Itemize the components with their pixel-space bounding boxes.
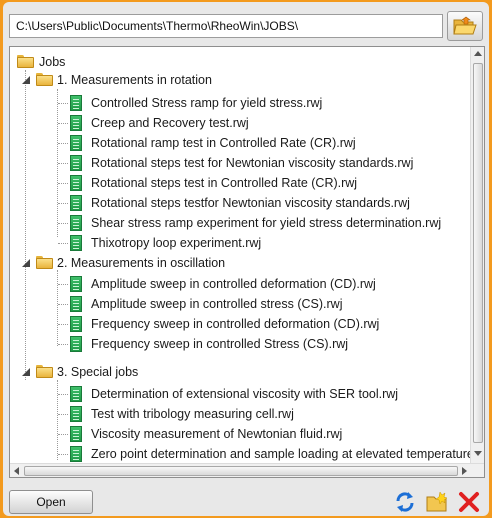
job-file-icon [70, 235, 82, 251]
job-file-icon [70, 195, 82, 211]
refresh-icon [396, 492, 414, 512]
job-file-icon [70, 316, 82, 332]
job-file-icon [70, 155, 82, 171]
job-file-icon [70, 426, 82, 442]
new-folder-icon [426, 491, 448, 512]
jobs-panel: C:\Users\Public\Documents\Thermo\RheoWin… [3, 2, 489, 516]
scroll-right-icon[interactable] [462, 467, 467, 475]
horizontal-scroll-thumb[interactable] [24, 466, 458, 476]
job-file-icon [70, 135, 82, 151]
vertical-scrollbar[interactable] [470, 47, 484, 463]
new-folder-button[interactable] [425, 490, 449, 514]
tree-root-label: Jobs [39, 55, 66, 69]
folder-icon [36, 73, 53, 86]
horizontal-scrollbar[interactable] [10, 463, 484, 477]
collapse-arrow-icon[interactable] [22, 76, 30, 84]
collapse-arrow-icon[interactable] [22, 259, 30, 267]
job-file-icon [70, 386, 82, 402]
job-file-icon [70, 296, 82, 312]
job-file-icon [70, 95, 82, 111]
job-tree[interactable]: Jobs 1. Measurements in rotation Control… [9, 46, 485, 478]
scroll-up-icon[interactable] [474, 51, 482, 56]
job-file-icon [70, 215, 82, 231]
scroll-down-icon[interactable] [474, 451, 482, 456]
refresh-button[interactable] [393, 490, 417, 514]
open-button[interactable]: Open [9, 490, 93, 514]
collapse-arrow-icon[interactable] [22, 368, 30, 376]
open-folder-icon [453, 16, 477, 35]
path-field[interactable]: C:\Users\Public\Documents\Thermo\RheoWin… [9, 14, 443, 38]
vertical-scroll-thumb[interactable] [473, 63, 483, 443]
delete-button[interactable] [457, 490, 481, 514]
job-file-icon [70, 406, 82, 422]
browse-folder-button[interactable] [447, 11, 483, 41]
job-file-icon [70, 175, 82, 191]
folder-icon [36, 365, 53, 378]
delete-icon [459, 492, 479, 512]
scroll-left-icon[interactable] [14, 467, 19, 475]
folder-icon [36, 256, 53, 269]
job-file-icon [70, 336, 82, 352]
job-file-icon [70, 115, 82, 131]
job-file-icon [70, 276, 82, 292]
job-file-icon [70, 446, 82, 462]
folder-icon [17, 55, 34, 68]
